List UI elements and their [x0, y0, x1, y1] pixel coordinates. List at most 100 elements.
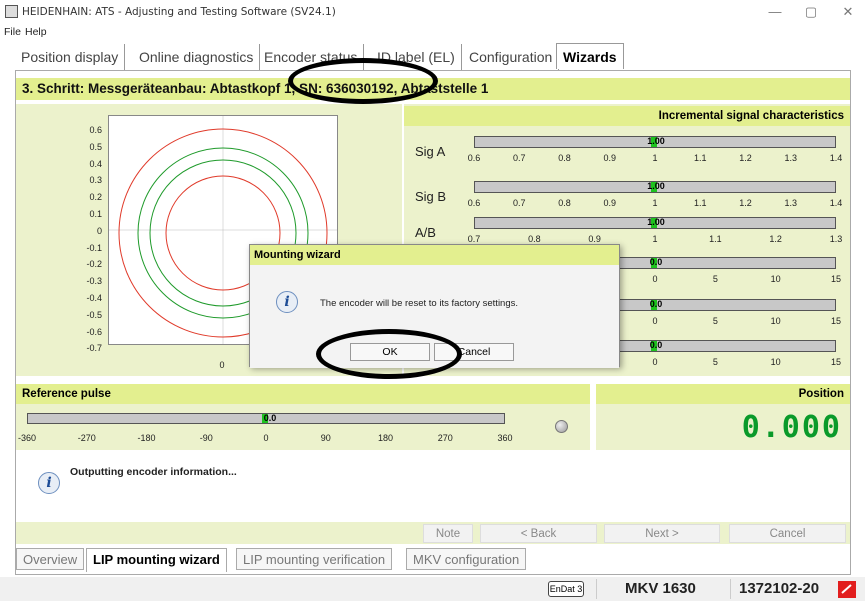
tab-overview[interactable]: Overview: [16, 548, 85, 570]
signal-tick-label: 5: [712, 274, 718, 284]
menu-help[interactable]: Help: [25, 26, 47, 38]
y-tick-label: 0.5: [89, 141, 102, 152]
window-title: HEIDENHAIN: ATS - Adjusting and Testing …: [22, 6, 336, 18]
signal-label: Sig B: [415, 189, 447, 204]
close-button[interactable]: ✕: [833, 2, 863, 22]
menu-file[interactable]: File: [4, 26, 21, 38]
y-tick-label: 0.6: [89, 125, 102, 135]
signal-tick-label: 0: [652, 357, 658, 367]
signal-value: 0.0: [649, 257, 663, 267]
reference-tick-label: -180: [137, 433, 156, 443]
signal-tick-label: 15: [830, 274, 841, 284]
signal-label: Sig A: [415, 144, 446, 159]
signal-value: 1.00: [647, 136, 665, 146]
signal-value: 0.0: [649, 340, 663, 350]
reference-tick-label: 0: [263, 433, 269, 443]
menu-bar: File Help: [0, 24, 865, 40]
signal-tick-label: 1: [652, 234, 658, 244]
signal-tick-label: 0.9: [588, 234, 601, 244]
y-tick-label: -0.1: [86, 242, 102, 253]
reference-area: [16, 404, 590, 450]
title-bar: HEIDENHAIN: ATS - Adjusting and Testing …: [0, 0, 865, 24]
annotation-oval-ok: [316, 329, 462, 379]
alert-icon: [838, 581, 856, 598]
signal-tick-label: 1.4: [829, 153, 843, 163]
signal-value: 1.00: [647, 181, 665, 191]
tab-lip-mounting-verification[interactable]: LIP mounting verification: [236, 548, 393, 570]
signal-tick-label: 1.3: [829, 234, 843, 244]
signal-tick-label: 5: [712, 316, 718, 326]
signal-tick-label: 0: [652, 316, 658, 326]
minimize-button[interactable]: —: [760, 2, 790, 22]
dialog-message: The encoder will be reset to its factory…: [320, 298, 519, 309]
dialog-info-icon: i: [276, 291, 298, 313]
signal-tick-label: 1.4: [829, 198, 843, 208]
status-message: Outputting encoder information...: [70, 466, 237, 478]
signal-tick-label: 1.2: [739, 153, 752, 163]
note-button[interactable]: Note: [423, 524, 473, 543]
reference-indicator-led: [555, 420, 568, 433]
dialog-title: Mounting wizard: [250, 245, 619, 265]
annotation-oval-sn: [288, 58, 438, 104]
y-tick-label: -0.2: [86, 259, 102, 270]
x-tick-label: 0: [219, 360, 225, 370]
signal-tick-label: 0.9: [603, 153, 616, 163]
position-value: 0.000: [741, 410, 842, 445]
signal-tick-label: 1.1: [709, 234, 722, 244]
y-tick-label: 0.2: [89, 192, 102, 203]
y-tick-label: -0.3: [86, 276, 102, 287]
signal-tick-label: 0.6: [467, 153, 481, 163]
y-tick-label: 0.1: [89, 209, 102, 219]
signal-value: 1.00: [647, 217, 665, 227]
signal-tick-label: 0.9: [603, 198, 616, 208]
signal-tick-label: 0.7: [467, 234, 481, 244]
signal-tick-label: 10: [770, 316, 781, 326]
reference-tick-label: -90: [199, 433, 213, 443]
signal-tick-label: 1.1: [693, 198, 707, 208]
y-tick-label: -0.5: [86, 309, 102, 320]
signal-tick-label: 1: [652, 198, 658, 208]
signal-tick-label: 1.3: [784, 198, 797, 208]
signal-tick-label: 0.7: [512, 153, 526, 163]
signal-label: A/B: [415, 225, 436, 240]
reference-value: 0.0: [263, 413, 277, 423]
status-bar: EnDat 3 MKV 1630 1372102-20: [0, 577, 865, 601]
reference-tick-label: 90: [320, 433, 331, 443]
y-tick-label: -0.4: [86, 293, 102, 303]
signal-tick-label: 0.8: [558, 153, 571, 163]
y-tick-label: -0.7: [86, 343, 102, 354]
signal-tick-label: 1.2: [769, 234, 782, 244]
tab-wizards[interactable]: Wizards: [556, 43, 624, 69]
reference-tick-label: 360: [497, 433, 513, 443]
signal-tick-label: 10: [770, 357, 781, 367]
message-area: [16, 452, 850, 522]
signal-tick-label: 1.3: [784, 153, 797, 163]
signal-tick-label: 1: [652, 153, 658, 163]
signal-tick-label: 0.8: [558, 198, 571, 208]
tab-position-display[interactable]: Position display: [15, 44, 126, 70]
signal-tick-label: 10: [770, 274, 781, 284]
signal-value: 0.0: [649, 299, 663, 309]
tab-configuration[interactable]: Configuration: [463, 44, 560, 70]
reference-tick-label: 270: [437, 433, 453, 443]
app-icon: [5, 5, 18, 18]
cancel-wizard-button[interactable]: Cancel: [729, 524, 846, 543]
reference-tick-label: 180: [377, 433, 394, 443]
signal-tick-label: 15: [830, 316, 841, 326]
signal-header: Incremental signal characteristics: [404, 106, 850, 126]
signal-tick-label: 1.2: [739, 198, 752, 208]
tab-mkv-configuration[interactable]: MKV configuration: [406, 548, 527, 570]
back-button[interactable]: < Back: [480, 524, 597, 543]
signal-tick-label: 0.6: [467, 198, 481, 208]
signal-tick-label: 0.7: [512, 198, 526, 208]
signal-tick-label: 0: [652, 274, 658, 284]
reference-tick-label: -270: [77, 433, 96, 443]
tab-lip-mounting-wizard[interactable]: LIP mounting wizard: [86, 548, 227, 572]
next-button[interactable]: Next >: [604, 524, 720, 543]
restore-button[interactable]: ▢: [796, 2, 826, 22]
tab-online-diagnostics[interactable]: Online diagnostics: [133, 44, 261, 70]
signal-tick-label: 5: [712, 357, 718, 367]
signal-tick-label: 1.1: [693, 153, 707, 163]
position-header: Position: [596, 384, 850, 404]
reference-header: Reference pulse: [16, 384, 590, 404]
